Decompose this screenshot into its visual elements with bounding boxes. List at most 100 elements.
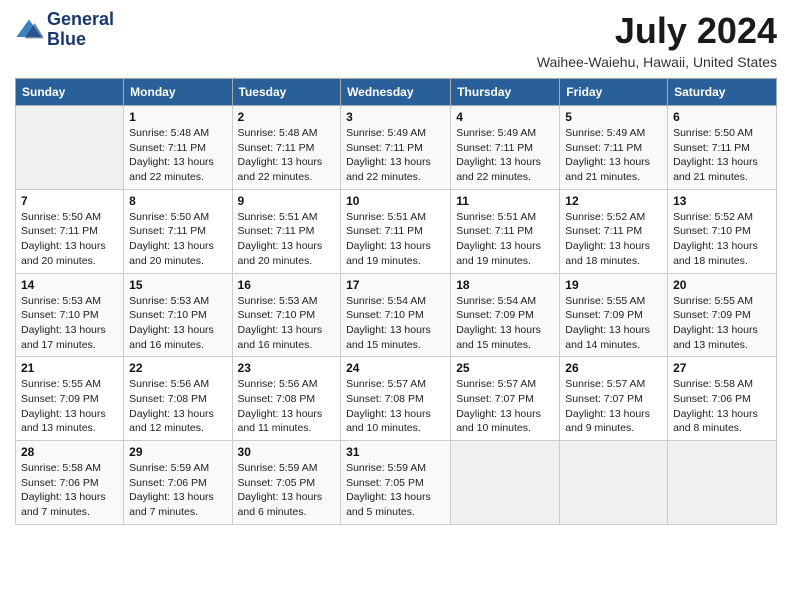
day-info: Sunrise: 5:57 AM Sunset: 7:07 PM Dayligh… bbox=[565, 377, 662, 436]
calendar-cell: 12Sunrise: 5:52 AM Sunset: 7:11 PM Dayli… bbox=[560, 189, 668, 273]
calendar-week-row: 28Sunrise: 5:58 AM Sunset: 7:06 PM Dayli… bbox=[16, 441, 777, 525]
calendar-cell: 20 Sunrise: 5:55 AM Sunset: 7:09 PM Dayli… bbox=[668, 273, 777, 357]
day-number: 23 bbox=[238, 361, 336, 375]
day-info: Sunrise: 5:55 AM Sunset: 7:09 PM Dayligh… bbox=[673, 294, 771, 353]
calendar-cell: 22Sunrise: 5:56 AM Sunset: 7:08 PM Dayli… bbox=[124, 357, 232, 441]
day-number: 19 bbox=[565, 278, 662, 292]
calendar-cell: 31Sunrise: 5:59 AM Sunset: 7:05 PM Dayli… bbox=[341, 441, 451, 525]
day-info: Sunrise: 5:53 AM Sunset: 7:10 PM Dayligh… bbox=[129, 294, 226, 353]
day-info: Sunrise: 5:56 AM Sunset: 7:08 PM Dayligh… bbox=[129, 377, 226, 436]
day-number: 1 bbox=[129, 110, 226, 124]
day-info: Sunrise: 5:54 AM Sunset: 7:10 PM Dayligh… bbox=[346, 294, 445, 353]
header-cell-wednesday: Wednesday bbox=[341, 79, 451, 106]
month-title: July 2024 bbox=[537, 10, 777, 52]
day-info: Sunrise: 5:49 AM Sunset: 7:11 PM Dayligh… bbox=[565, 126, 662, 185]
day-info: Sunrise: 5:48 AM Sunset: 7:11 PM Dayligh… bbox=[238, 126, 336, 185]
day-number: 2 bbox=[238, 110, 336, 124]
header-cell-friday: Friday bbox=[560, 79, 668, 106]
calendar-cell: 15 Sunrise: 5:53 AM Sunset: 7:10 PM Dayli… bbox=[124, 273, 232, 357]
logo-icon bbox=[15, 16, 43, 44]
day-info: Sunrise: 5:56 AM Sunset: 7:08 PM Dayligh… bbox=[238, 377, 336, 436]
day-info: Sunrise: 5:55 AM Sunset: 7:09 PM Dayligh… bbox=[21, 377, 118, 436]
day-info: Sunrise: 5:53 AM Sunset: 7:10 PM Dayligh… bbox=[238, 294, 336, 353]
calendar-cell bbox=[668, 441, 777, 525]
day-info: Sunrise: 5:51 AM Sunset: 7:11 PM Dayligh… bbox=[346, 210, 445, 269]
day-number: 6 bbox=[673, 110, 771, 124]
calendar-week-row: 14Sunrise: 5:53 AM Sunset: 7:10 PM Dayli… bbox=[16, 273, 777, 357]
day-number: 21 bbox=[21, 361, 118, 375]
day-number: 16 bbox=[238, 278, 336, 292]
day-info: Sunrise: 5:52 AM Sunset: 7:11 PM Dayligh… bbox=[565, 210, 662, 269]
calendar-cell: 7 Sunrise: 5:50 AM Sunset: 7:11 PM Daylig… bbox=[16, 189, 124, 273]
day-info: Sunrise: 5:48 AM Sunset: 7:11 PM Dayligh… bbox=[129, 126, 226, 185]
day-info: Sunrise: 5:50 AM Sunset: 7:11 PM Dayligh… bbox=[129, 210, 226, 269]
calendar-cell: 27 Sunrise: 5:58 AM Sunset: 7:06 PM Dayli… bbox=[668, 357, 777, 441]
calendar-cell: 4 Sunrise: 5:49 AM Sunset: 7:11 PM Daylig… bbox=[451, 106, 560, 190]
calendar-cell: 11 Sunrise: 5:51 AM Sunset: 7:11 PM Dayli… bbox=[451, 189, 560, 273]
day-info: Sunrise: 5:55 AM Sunset: 7:09 PM Dayligh… bbox=[565, 294, 662, 353]
calendar-week-row: 1 Sunrise: 5:48 AM Sunset: 7:11 PM Daylig… bbox=[16, 106, 777, 190]
header-cell-saturday: Saturday bbox=[668, 79, 777, 106]
day-info: Sunrise: 5:54 AM Sunset: 7:09 PM Dayligh… bbox=[456, 294, 554, 353]
day-number: 4 bbox=[456, 110, 554, 124]
day-info: Sunrise: 5:57 AM Sunset: 7:08 PM Dayligh… bbox=[346, 377, 445, 436]
day-number: 29 bbox=[129, 445, 226, 459]
calendar-cell: 30 Sunrise: 5:59 AM Sunset: 7:05 PM Dayli… bbox=[232, 441, 341, 525]
calendar-cell: 29 Sunrise: 5:59 AM Sunset: 7:06 PM Dayli… bbox=[124, 441, 232, 525]
day-number: 20 bbox=[673, 278, 771, 292]
calendar-cell: 14Sunrise: 5:53 AM Sunset: 7:10 PM Dayli… bbox=[16, 273, 124, 357]
calendar-cell: 23 Sunrise: 5:56 AM Sunset: 7:08 PM Dayli… bbox=[232, 357, 341, 441]
calendar-week-row: 21 Sunrise: 5:55 AM Sunset: 7:09 PM Dayli… bbox=[16, 357, 777, 441]
calendar-cell: 19 Sunrise: 5:55 AM Sunset: 7:09 PM Dayli… bbox=[560, 273, 668, 357]
calendar-cell: 28Sunrise: 5:58 AM Sunset: 7:06 PM Dayli… bbox=[16, 441, 124, 525]
day-number: 25 bbox=[456, 361, 554, 375]
day-info: Sunrise: 5:59 AM Sunset: 7:05 PM Dayligh… bbox=[238, 461, 336, 520]
day-number: 3 bbox=[346, 110, 445, 124]
day-info: Sunrise: 5:50 AM Sunset: 7:11 PM Dayligh… bbox=[673, 126, 771, 185]
day-info: Sunrise: 5:58 AM Sunset: 7:06 PM Dayligh… bbox=[673, 377, 771, 436]
day-info: Sunrise: 5:51 AM Sunset: 7:11 PM Dayligh… bbox=[456, 210, 554, 269]
day-info: Sunrise: 5:49 AM Sunset: 7:11 PM Dayligh… bbox=[456, 126, 554, 185]
calendar-body: 1 Sunrise: 5:48 AM Sunset: 7:11 PM Daylig… bbox=[16, 106, 777, 525]
calendar-cell: 13 Sunrise: 5:52 AM Sunset: 7:10 PM Dayli… bbox=[668, 189, 777, 273]
day-info: Sunrise: 5:51 AM Sunset: 7:11 PM Dayligh… bbox=[238, 210, 336, 269]
day-number: 18 bbox=[456, 278, 554, 292]
day-number: 10 bbox=[346, 194, 445, 208]
day-number: 24 bbox=[346, 361, 445, 375]
calendar-cell: 16 Sunrise: 5:53 AM Sunset: 7:10 PM Dayli… bbox=[232, 273, 341, 357]
day-info: Sunrise: 5:59 AM Sunset: 7:05 PM Dayligh… bbox=[346, 461, 445, 520]
header-cell-monday: Monday bbox=[124, 79, 232, 106]
calendar-cell: 3Sunrise: 5:49 AM Sunset: 7:11 PM Daylig… bbox=[341, 106, 451, 190]
header-cell-thursday: Thursday bbox=[451, 79, 560, 106]
header-cell-sunday: Sunday bbox=[16, 79, 124, 106]
day-number: 11 bbox=[456, 194, 554, 208]
day-number: 30 bbox=[238, 445, 336, 459]
day-number: 17 bbox=[346, 278, 445, 292]
calendar-week-row: 7 Sunrise: 5:50 AM Sunset: 7:11 PM Daylig… bbox=[16, 189, 777, 273]
calendar-cell: 26 Sunrise: 5:57 AM Sunset: 7:07 PM Dayli… bbox=[560, 357, 668, 441]
day-number: 26 bbox=[565, 361, 662, 375]
day-number: 28 bbox=[21, 445, 118, 459]
day-number: 15 bbox=[129, 278, 226, 292]
calendar-cell: 6 Sunrise: 5:50 AM Sunset: 7:11 PM Daylig… bbox=[668, 106, 777, 190]
calendar-cell: 2 Sunrise: 5:48 AM Sunset: 7:11 PM Daylig… bbox=[232, 106, 341, 190]
calendar-cell: 18 Sunrise: 5:54 AM Sunset: 7:09 PM Dayli… bbox=[451, 273, 560, 357]
calendar-cell: 8 Sunrise: 5:50 AM Sunset: 7:11 PM Daylig… bbox=[124, 189, 232, 273]
day-info: Sunrise: 5:52 AM Sunset: 7:10 PM Dayligh… bbox=[673, 210, 771, 269]
day-info: Sunrise: 5:53 AM Sunset: 7:10 PM Dayligh… bbox=[21, 294, 118, 353]
calendar-cell: 9Sunrise: 5:51 AM Sunset: 7:11 PM Daylig… bbox=[232, 189, 341, 273]
location-title: Waihee-Waiehu, Hawaii, United States bbox=[537, 54, 777, 70]
calendar-cell: 17 Sunrise: 5:54 AM Sunset: 7:10 PM Dayli… bbox=[341, 273, 451, 357]
day-number: 8 bbox=[129, 194, 226, 208]
calendar-cell: 24 Sunrise: 5:57 AM Sunset: 7:08 PM Dayli… bbox=[341, 357, 451, 441]
logo: General Blue bbox=[15, 10, 114, 50]
day-number: 27 bbox=[673, 361, 771, 375]
day-number: 13 bbox=[673, 194, 771, 208]
day-info: Sunrise: 5:57 AM Sunset: 7:07 PM Dayligh… bbox=[456, 377, 554, 436]
day-number: 7 bbox=[21, 194, 118, 208]
calendar-cell bbox=[16, 106, 124, 190]
page-header: General Blue July 2024 Waihee-Waiehu, Ha… bbox=[15, 10, 777, 70]
title-block: July 2024 Waihee-Waiehu, Hawaii, United … bbox=[537, 10, 777, 70]
day-info: Sunrise: 5:59 AM Sunset: 7:06 PM Dayligh… bbox=[129, 461, 226, 520]
day-info: Sunrise: 5:50 AM Sunset: 7:11 PM Dayligh… bbox=[21, 210, 118, 269]
